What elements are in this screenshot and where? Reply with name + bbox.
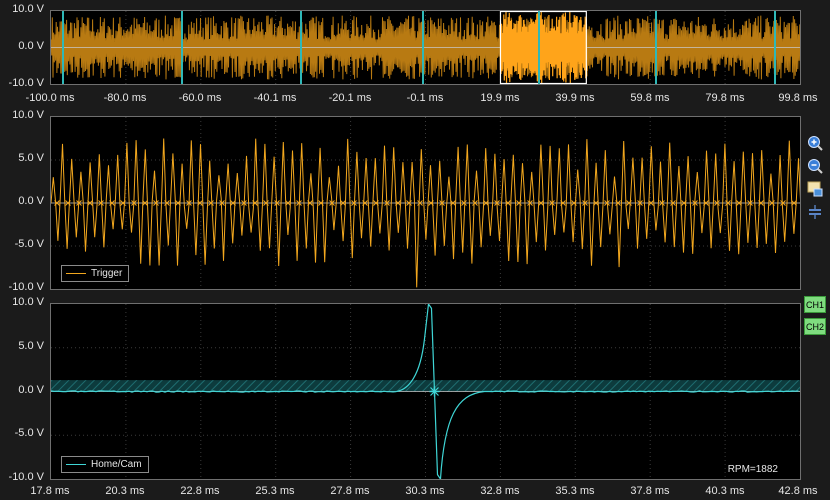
y-tick-label: -5.0 V [14,427,44,440]
y-tick-label: 5.0 V [18,152,44,164]
snapshot-icon[interactable] [806,180,824,198]
x-tick-label: 40.3 ms [705,485,745,497]
ch2-button[interactable]: CH2 [804,318,826,335]
x-tick-label: -0.1 ms [406,92,444,104]
cam-legend-label: Home/Cam [91,459,142,470]
y-tick-label: 0.0 V [18,383,44,396]
y-tick-label: 5.0 V [18,339,44,352]
x-tick-label: 35.3 ms [555,485,595,497]
x-tick-label: 20.3 ms [105,485,145,497]
y-tick-label: -5.0 V [14,238,44,250]
y-tick-label: -10.0 V [8,281,44,293]
y-tick-label: 0.0 V [18,195,44,207]
x-tick-label: 32.8 ms [480,485,520,497]
x-tick-label: 25.3 ms [255,485,295,497]
x-tick-label: 22.8 ms [180,485,220,497]
cam-plot[interactable]: Home/Cam RPM=1882 [50,303,801,480]
x-tick-label: -60.0 ms [178,92,222,104]
cam-legend: Home/Cam [61,456,149,473]
x-tick-label: 17.8 ms [30,485,70,497]
zoom-in-icon[interactable] [806,134,824,152]
rpm-readout: RPM=1882 [727,464,778,475]
overview-waveform [51,11,800,84]
trigger-trace [51,138,800,288]
x-tick-label: 79.8 ms [705,92,745,104]
cam-legend-swatch [66,464,86,465]
trigger-legend: Trigger [61,265,130,282]
x-tick-label: -20.1 ms [328,92,372,104]
y-tick-label: 0.0 V [18,40,44,52]
ch1-button[interactable]: CH1 [804,296,826,313]
y-tick-label: 10.0 V [12,296,44,308]
x-tick-label: 42.8 ms [778,485,818,497]
zoom-out-icon[interactable] [806,157,824,175]
trigger-plot[interactable]: Trigger [50,116,801,290]
x-tick-label: 59.8 ms [630,92,670,104]
x-tick-label: 27.8 ms [330,485,370,497]
trigger-point-marker [429,386,440,397]
trigger-legend-label: Trigger [91,268,123,279]
cam-hatch-band [51,380,800,392]
x-tick-label: -100.0 ms [25,92,75,104]
x-tick-label: -40.1 ms [253,92,297,104]
trigger-legend-swatch [66,273,86,274]
y-tick-label: -10.0 V [8,471,44,483]
y-tick-label: -10.0 V [8,77,44,89]
x-tick-label: -80.0 ms [103,92,147,104]
x-tick-label: 39.9 ms [555,92,595,104]
cam-waveform [51,304,800,479]
y-tick-label: 10.0 V [12,109,44,121]
trigger-waveform [51,117,800,289]
y-tick-label: 10.0 V [12,3,44,15]
overview-window-trace [499,11,588,84]
split-icon[interactable] [806,203,824,221]
x-tick-label: 99.8 ms [778,92,818,104]
x-tick-label: 30.3 ms [405,485,445,497]
overview-plot[interactable] [50,10,801,85]
x-tick-label: 37.8 ms [630,485,670,497]
x-tick-label: 19.9 ms [480,92,520,104]
